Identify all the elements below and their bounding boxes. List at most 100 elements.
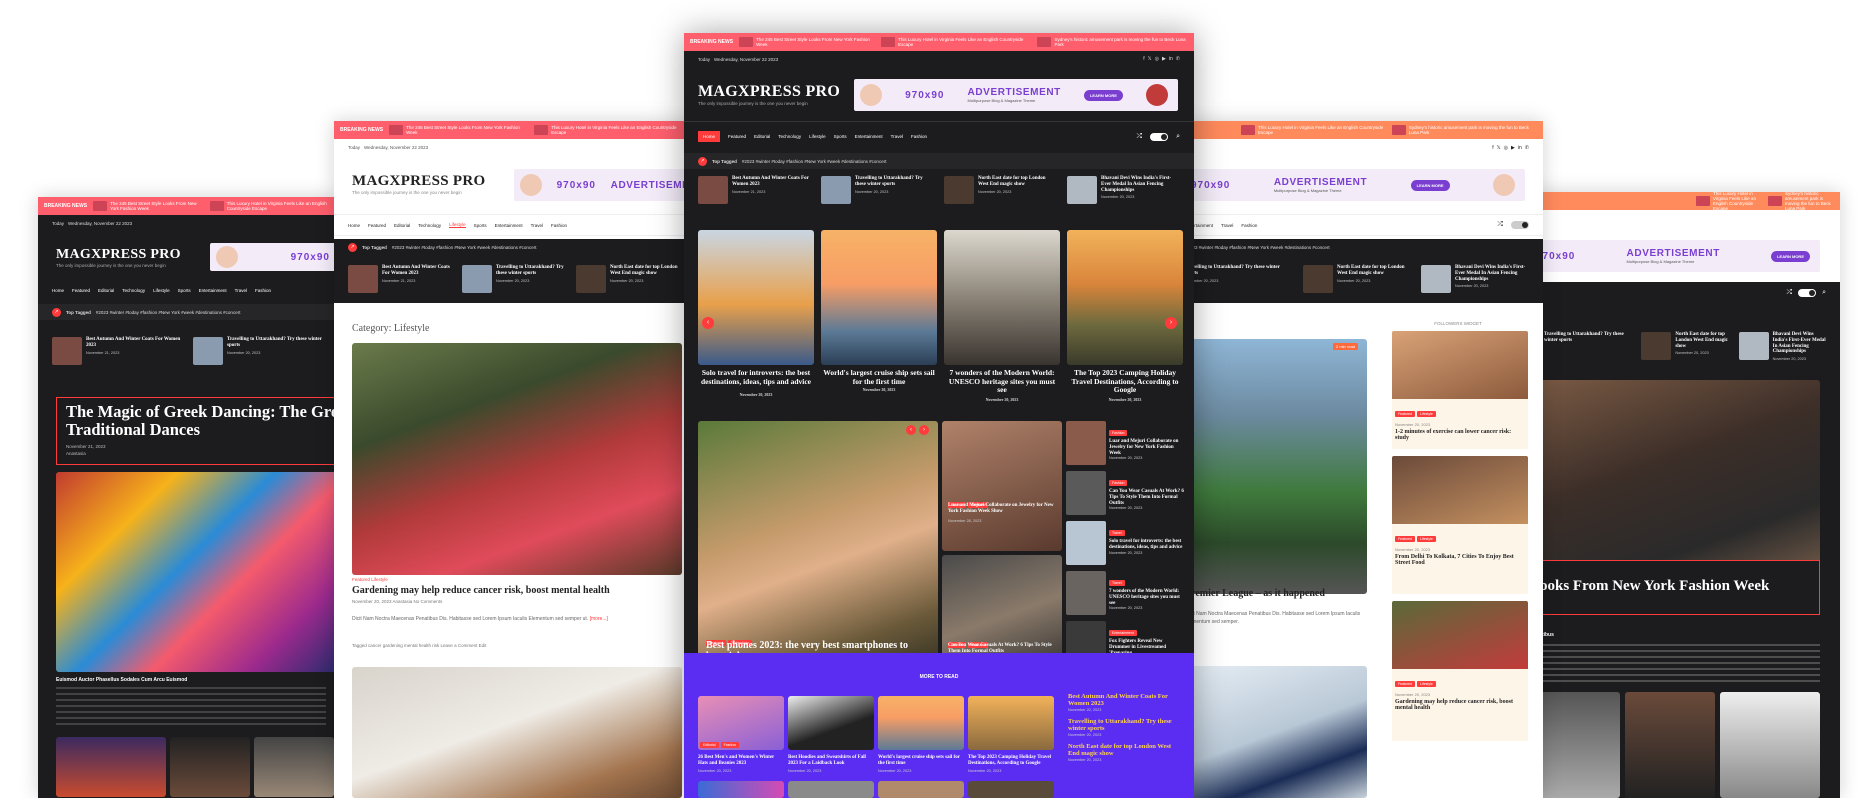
trending-card[interactable]: North East date for top London West End … (576, 265, 680, 293)
nav-item[interactable]: Travel (891, 134, 903, 139)
stadium-photo[interactable] (1185, 339, 1367, 594)
nav-item[interactable]: Featured (728, 134, 746, 139)
breaking-item[interactable]: This Luxury Hotel in Virginia Feels Like… (1696, 192, 1762, 211)
nav-item[interactable]: Fashion (551, 223, 567, 228)
nav-item[interactable]: Fashion (911, 134, 927, 139)
slide-caption[interactable]: Solo travel for introverts: the best des… (698, 368, 814, 386)
more-image[interactable] (788, 696, 874, 750)
trending-card[interactable]: Travelling to Uttarakhand? Try these win… (1544, 332, 1631, 361)
gallery-photo[interactable] (56, 737, 166, 797)
search-icon[interactable]: ⌕ (1822, 289, 1826, 297)
slide-caption[interactable]: The Top 2023 Camping Holiday Travel Dest… (1067, 368, 1183, 395)
ad-button[interactable]: LEARN MORE (1771, 250, 1810, 262)
nav-item[interactable]: Travel (1221, 223, 1233, 228)
more-side-title[interactable]: Travelling to Uttarakhand? Try these win… (1068, 718, 1184, 733)
breaking-item[interactable]: The 245 Best Street Style Looks From New… (389, 125, 528, 135)
social-icons[interactable]: f 𝕏 ◎ ▶ in ✆ (1492, 145, 1529, 151)
ad-banner[interactable]: 970x90 (210, 243, 338, 271)
site-logo[interactable]: MAGXPRESS PRO (352, 173, 486, 190)
ad-button[interactable]: LEARN MORE (1083, 89, 1123, 101)
trending-card[interactable]: Best Autumn And Winter Coats For Women 2… (52, 337, 183, 365)
nav-item[interactable]: Lifestyle (153, 288, 170, 293)
nav-item[interactable]: Sports (474, 223, 487, 228)
nav-item[interactable]: Travel (531, 223, 543, 228)
site-logo[interactable]: MAGXPRESS PRO (56, 247, 181, 263)
nav-item[interactable]: Technology (122, 288, 145, 293)
slide-caption[interactable]: 7 wonders of the Modern World: UNESCO he… (944, 368, 1060, 395)
more-caption[interactable]: 26 Best Men's and Women's Winter Hats an… (698, 755, 784, 767)
nav-item[interactable]: Editorial (98, 288, 114, 293)
widget-card[interactable]: Featured Lifestyle November 20, 2023 1-2 … (1392, 331, 1528, 449)
shuffle-icon[interactable]: ⤮ (1136, 133, 1142, 141)
trending-card[interactable]: Travelling to Uttarakhand? Try these win… (462, 265, 566, 293)
more-side-title[interactable]: North East date for top London West End … (1068, 743, 1184, 758)
nav-item[interactable]: Entertainment (855, 134, 883, 139)
nav-item[interactable]: Home (52, 288, 64, 293)
breaking-item[interactable]: This Luxury Hotel in Virginia Feels Like… (881, 37, 1031, 47)
shuffle-icon[interactable]: ⤮ (1786, 289, 1792, 297)
more-image[interactable] (788, 781, 874, 798)
trending-card[interactable]: Bhavani Devi Wins India's First-Ever Med… (1067, 176, 1180, 204)
nav-item[interactable]: Fashion (1241, 223, 1257, 228)
side-item[interactable]: Travel Solo travel for introverts: the be… (1066, 521, 1184, 571)
nav-item[interactable]: Sports (178, 288, 191, 293)
gallery-photo[interactable] (254, 737, 334, 797)
trending-card[interactable]: Travelling to Uttarakhand? Try these win… (821, 176, 934, 204)
post-headline[interactable]: Gardening may help reduce cancer risk, b… (352, 585, 682, 596)
hero-headline[interactable]: The Magic of Greek Dancing: The Great Tr… (66, 402, 338, 440)
nav-item[interactable]: Sports (834, 134, 847, 139)
trending-card[interactable]: North East date for top London West End … (1303, 265, 1411, 293)
dark-mode-toggle[interactable] (1511, 221, 1529, 229)
side-item[interactable]: Fashion Luar and Mejuri Collaborate on Je… (1066, 421, 1184, 471)
gallery-photo[interactable] (170, 737, 250, 797)
nav-item[interactable]: Editorial (394, 223, 410, 228)
slider-prev-button[interactable]: ‹ (702, 317, 714, 329)
nav-item[interactable]: Featured (72, 288, 90, 293)
more-link[interactable]: [more...] (590, 616, 608, 622)
breaking-item[interactable]: Sydney's historic amusement park is movi… (1391, 125, 1537, 135)
side-item[interactable]: Travel 7 wonders of the Modern World: UNE… (1066, 571, 1184, 621)
breaking-item[interactable]: Sydney's historic amusement park is movi… (1767, 192, 1834, 211)
hockey-photo[interactable] (1185, 666, 1367, 798)
breaking-item[interactable]: This Luxury Hotel in Virginia Feels Like… (534, 125, 688, 135)
gallery-photo[interactable] (1625, 692, 1715, 798)
nav-item[interactable]: Editorial (754, 134, 770, 139)
gallery-photo[interactable] (1720, 692, 1820, 798)
slide-image[interactable] (821, 230, 937, 365)
more-side-title[interactable]: Best Autumn And Winter Coats For Women 2… (1068, 693, 1184, 708)
ad-banner[interactable]: 970x90 ADVERTISEMENT Multipurpose Blog & M… (854, 79, 1178, 111)
breaking-item[interactable]: This Luxury Hotel in Virginia Feels Like… (1241, 125, 1386, 135)
trending-card[interactable]: Best Autumn And Winter Coats For Women 2… (348, 265, 452, 293)
nav-item[interactable]: Entertainment (495, 223, 523, 228)
trending-card[interactable]: Travelling to Uttarakhand? Try these win… (193, 337, 324, 365)
ad-banner[interactable]: 970x90 ADVERTISEMENT Multipurpose Blog & M… (1530, 240, 1820, 272)
trending-card[interactable]: Bhavani Devi Wins India's First-Ever Med… (1421, 265, 1529, 293)
more-image[interactable] (878, 781, 964, 798)
slide-caption[interactable]: World's largest cruise ship sets sail fo… (821, 368, 937, 386)
more-image[interactable] (968, 781, 1054, 798)
nav-item[interactable]: Lifestyle (809, 134, 826, 139)
breaking-item[interactable]: This Luxury Hotel in Virginia Feels Like… (209, 201, 332, 211)
more-caption[interactable]: The Top 2023 Camping Holiday Travel Dest… (968, 755, 1054, 767)
trending-card[interactable]: Travelling to Uttarakhand? Try these win… (1185, 265, 1293, 293)
trending-card[interactable]: Bhavani Devi Wins India's First-Ever Med… (1738, 332, 1826, 361)
nav-item[interactable]: Entertainment (199, 288, 227, 293)
dance-photo[interactable] (56, 472, 338, 672)
dark-mode-toggle[interactable] (1798, 289, 1817, 297)
slide-image[interactable] (944, 230, 1060, 365)
nav-item[interactable]: Home (348, 223, 360, 228)
search-icon[interactable]: ⌕ (1176, 133, 1180, 141)
slide-image[interactable] (698, 230, 814, 365)
nav-item[interactable]: Featured (368, 223, 386, 228)
mid-image[interactable] (942, 421, 1062, 551)
side-item[interactable]: Fashion Can You Wear Casuals At Work? 6 T… (1066, 471, 1184, 521)
nav-item[interactable]: Technology (778, 134, 801, 139)
shuffle-icon[interactable]: ⤮ (1497, 221, 1503, 229)
widget-card[interactable]: Featured Lifestyle November 20, 2023 Gard… (1392, 601, 1528, 741)
widget-card[interactable]: Featured Lifestyle November 20, 2023 From… (1392, 456, 1528, 594)
trending-card[interactable]: North East date for top London West End … (1641, 332, 1728, 361)
breaking-item[interactable]: Sydney's historic amusement park is movi… (1037, 37, 1188, 47)
trending-card[interactable]: Best Autumn And Winter Coats For Women 2… (698, 176, 811, 204)
nav-item[interactable]: Lifestyle (449, 222, 466, 228)
nav-item[interactable]: Fashion (255, 288, 271, 293)
